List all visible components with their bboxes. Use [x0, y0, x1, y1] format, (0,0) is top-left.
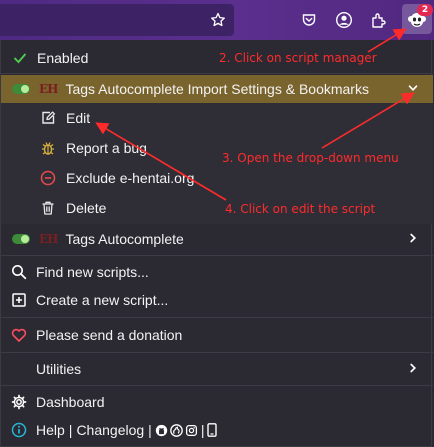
- add-square-icon: [10, 291, 28, 309]
- script-name: Tags Autocomplete: [65, 231, 184, 247]
- delete-label: Delete: [66, 200, 107, 216]
- utilities-label: Utilities: [36, 361, 82, 377]
- find-new-scripts-label: Find new scripts...: [36, 264, 149, 280]
- footer-links: Help | Changelog | |: [1, 416, 433, 444]
- separator: |: [148, 422, 152, 438]
- chrome-icon[interactable]: [185, 421, 199, 439]
- trash-icon: [39, 199, 57, 217]
- dashboard-label: Dashboard: [36, 394, 105, 410]
- edit-label: Edit: [66, 110, 91, 126]
- separator: |: [68, 422, 73, 438]
- divider: [1, 385, 433, 386]
- extensions-icon[interactable]: [367, 8, 391, 32]
- account-icon[interactable]: [332, 8, 356, 32]
- help-link[interactable]: Help: [36, 422, 65, 438]
- pocket-icon[interactable]: [297, 8, 321, 32]
- exclude-icon: [39, 169, 57, 187]
- script-row-import-settings[interactable]: EH Tags Autocomplete Import Settings & B…: [1, 75, 433, 103]
- divider: [1, 352, 433, 353]
- script-logo-icon: EH: [39, 82, 59, 96]
- heart-icon: [10, 326, 28, 344]
- annotation-step-2: 2. Click on script manager: [219, 51, 377, 65]
- changelog-link[interactable]: Changelog: [76, 422, 144, 438]
- divider: [1, 317, 433, 318]
- utilities-item[interactable]: Utilities: [1, 355, 433, 383]
- script-enabled-toggle[interactable]: [12, 231, 30, 247]
- divider: [1, 73, 433, 74]
- find-new-scripts-item[interactable]: Find new scripts...: [1, 258, 433, 286]
- bug-icon: [39, 139, 57, 157]
- exclude-site-item[interactable]: Exclude e-hentai.org: [1, 164, 433, 192]
- annotation-step-3: 3. Open the drop-down menu: [222, 151, 399, 165]
- exclude-label: Exclude e-hentai.org: [66, 170, 195, 186]
- script-manager-button[interactable]: 2: [402, 4, 433, 34]
- star-icon[interactable]: [206, 8, 230, 32]
- dashboard-item[interactable]: Dashboard: [1, 388, 433, 416]
- script-manager-popup: Enabled EH Tags Autocomplete Import Sett…: [0, 40, 433, 447]
- url-bar[interactable]: [0, 4, 234, 36]
- annotation-step-4: 4. Click on edit the script: [225, 202, 376, 216]
- script-row-tags-autocomplete[interactable]: EH Tags Autocomplete: [1, 225, 433, 253]
- firefox-icon[interactable]: [170, 421, 184, 439]
- github-icon[interactable]: [155, 421, 169, 439]
- script-logo-icon: EH: [39, 232, 59, 246]
- donation-label: Please send a donation: [36, 327, 183, 343]
- create-new-script-item[interactable]: Create a new script...: [1, 286, 433, 314]
- info-icon: [10, 421, 28, 439]
- edit-script-item[interactable]: Edit: [1, 104, 433, 132]
- checkmark-icon: [11, 49, 29, 67]
- script-count-badge: 2: [417, 4, 433, 16]
- report-bug-label: Report a bug: [66, 140, 147, 156]
- browser-toolbar: 2: [0, 0, 434, 40]
- script-enabled-toggle[interactable]: [12, 81, 30, 97]
- enabled-label: Enabled: [37, 50, 89, 66]
- create-new-script-label: Create a new script...: [36, 292, 169, 308]
- gear-icon: [10, 393, 28, 411]
- chevron-right-icon[interactable]: [407, 361, 419, 377]
- donation-item[interactable]: Please send a donation: [1, 321, 433, 349]
- separator: |: [200, 422, 205, 438]
- edit-icon: [39, 109, 57, 127]
- chevron-down-icon[interactable]: [407, 81, 419, 97]
- script-name: Tags Autocomplete Import Settings & Book…: [65, 81, 369, 97]
- search-icon: [10, 263, 28, 281]
- chevron-right-icon[interactable]: [407, 231, 419, 247]
- mobile-icon[interactable]: [206, 421, 218, 439]
- divider: [1, 255, 433, 256]
